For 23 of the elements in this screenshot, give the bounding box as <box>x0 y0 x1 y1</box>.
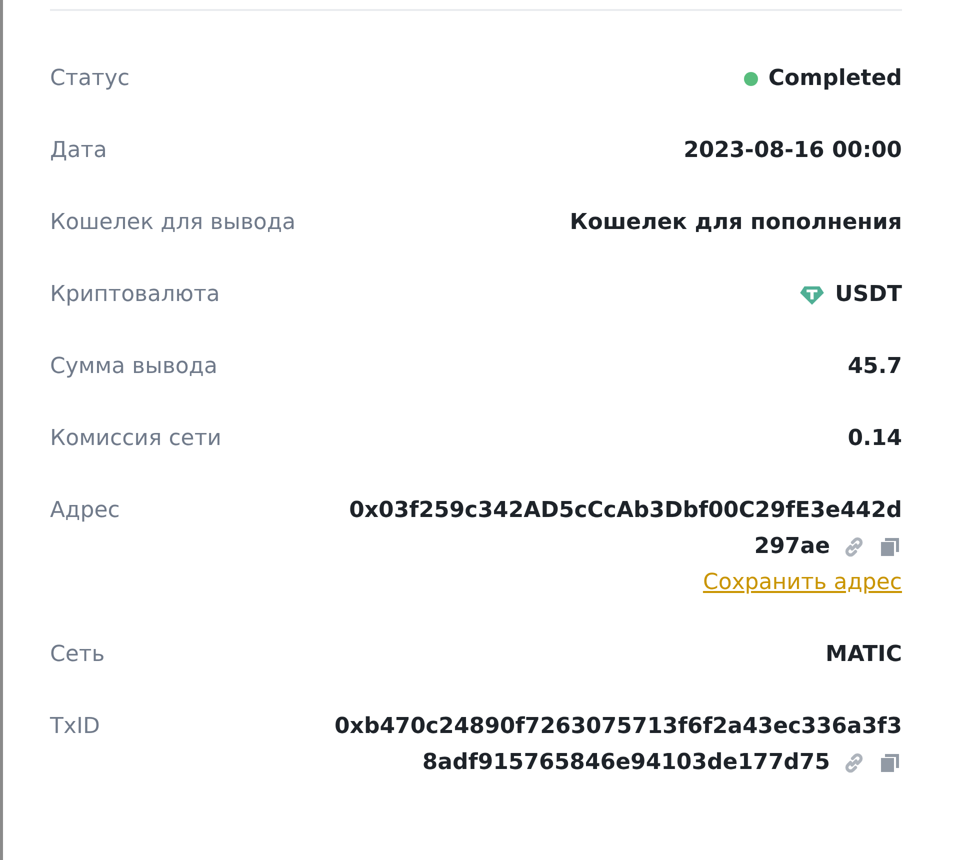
field-label: Криптовалюта <box>50 281 220 309</box>
hash-value: 0xb470c24890f7263075713f6f2a43ec336a3f3 <box>334 713 902 741</box>
field-value: 0.14 <box>848 425 902 453</box>
field-label: TxID <box>50 713 100 741</box>
hash-value: 0x03f259c342AD5cCcAb3Dbf00C29fE3e442d <box>349 497 902 525</box>
save-address-link[interactable]: Сохранить адрес <box>702 565 902 601</box>
field-label: Сумма вывода <box>50 353 218 381</box>
currency-value: USDT <box>835 281 902 309</box>
copy-icon[interactable] <box>878 751 902 775</box>
field-value: 45.7 <box>848 353 902 381</box>
field-label: Сеть <box>50 641 105 669</box>
field-label: Кошелек для вывода <box>50 209 296 237</box>
hash-value: 8adf915765846e94103de177d75 <box>422 749 830 777</box>
field-value: MATIC <box>825 641 902 669</box>
field-value: 2023-08-16 00:00 <box>684 137 902 165</box>
field-label: Статус <box>50 65 130 93</box>
copy-icon[interactable] <box>878 535 902 559</box>
field-value: Кошелек для пополнения <box>570 209 902 237</box>
field-label: Комиссия сети <box>50 425 222 453</box>
status-value: Completed <box>768 65 902 93</box>
hash-value: 297ae <box>754 533 830 561</box>
field-label: Дата <box>50 137 107 165</box>
field-label: Адрес <box>50 497 120 525</box>
